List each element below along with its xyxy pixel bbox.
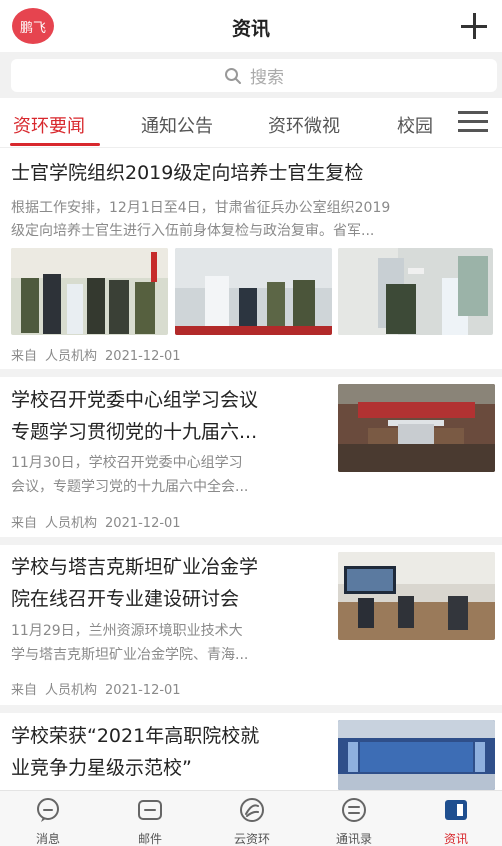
bottom-navigation: 消息 邮件 云资环 通讯录 资讯 xyxy=(0,790,502,846)
article-summary-line: 11月30日，学校召开党委中心组学习 xyxy=(11,455,243,471)
tab-campus[interactable]: 校园 xyxy=(397,112,433,138)
article-title: 士官学院组织2019级定向培养士官生复检 xyxy=(11,162,364,184)
article-summary-line: 会议，专题学习党的十九届六中全会... xyxy=(11,479,249,495)
menu-icon[interactable] xyxy=(458,110,488,134)
article-title-line: 院在线召开专业建设研讨会 xyxy=(11,588,240,610)
nav-contacts[interactable]: 通讯录 xyxy=(314,797,394,846)
article-summary-line: 学与塔吉克斯坦矿业冶金学院、青海... xyxy=(11,647,249,663)
contacts-icon xyxy=(342,798,366,822)
search-input[interactable]: 搜索 xyxy=(11,59,497,92)
nav-mail[interactable]: 邮件 xyxy=(110,797,190,846)
nav-cloud-campus[interactable]: 云资环 xyxy=(212,797,292,846)
divider xyxy=(0,369,502,377)
app-header: 鹏飞 资讯 xyxy=(0,0,502,52)
article-meta: 来自 人员机构 2021-12-01 xyxy=(11,516,181,531)
article-meta: 来自 人员机构 2021-12-01 xyxy=(11,349,181,364)
tab-videos[interactable]: 资环微视 xyxy=(268,112,340,138)
page-title: 资讯 xyxy=(231,18,270,40)
mail-icon xyxy=(138,800,162,820)
add-icon[interactable] xyxy=(460,12,488,40)
article-thumbnail[interactable] xyxy=(338,384,495,472)
article-thumbnail[interactable] xyxy=(11,248,168,335)
active-tab-indicator xyxy=(10,143,100,146)
divider xyxy=(0,537,502,545)
article-title-line: 学校召开党委中心组学习会议 xyxy=(11,389,259,411)
news-feed[interactable]: 士官学院组织2019级定向培养士官生复检 根据工作安排，12月1日至4日，甘肃省… xyxy=(0,148,502,790)
tab-notices[interactable]: 通知公告 xyxy=(141,112,213,138)
chat-bubble-icon xyxy=(37,798,59,822)
article-summary-line: 级定向培养士官生进行入伍前身体复检与政治复审。省军... xyxy=(11,223,375,239)
divider xyxy=(0,705,502,713)
nav-label: 邮件 xyxy=(137,832,162,846)
article-title-line: 业竞争力星级示范校” xyxy=(11,757,192,779)
nav-label: 资讯 xyxy=(443,832,468,846)
search-icon xyxy=(225,67,241,84)
article-thumbnail[interactable] xyxy=(338,248,493,335)
nav-label: 消息 xyxy=(35,832,60,846)
article-meta: 来自 人员机构 2021-12-01 xyxy=(11,683,181,698)
article-summary-line: 根据工作安排，12月1日至4日，甘肃省征兵办公室组织2019 xyxy=(11,200,391,216)
article-title-line: 专题学习贯彻党的十九届六... xyxy=(11,421,258,443)
article-summary-line: 11月29日，兰州资源环境职业技术大 xyxy=(11,623,243,639)
search-bar-container: 搜索 xyxy=(0,52,502,98)
article-thumbnail[interactable] xyxy=(338,552,495,640)
article-thumbnail[interactable] xyxy=(175,248,332,335)
article-title-line: 学校荣获“2021年高职院校就 xyxy=(11,725,260,747)
news-icon xyxy=(445,800,467,820)
nav-label: 云资环 xyxy=(233,832,270,846)
article-title-line: 学校与塔吉克斯坦矿业冶金学 xyxy=(11,556,259,578)
nav-news[interactable]: 资讯 xyxy=(416,797,496,846)
category-tabs: 资环要闻 通知公告 资环微视 校园 xyxy=(0,98,502,148)
search-placeholder: 搜索 xyxy=(250,68,284,88)
tab-news[interactable]: 资环要闻 xyxy=(13,112,85,138)
nav-messages[interactable]: 消息 xyxy=(8,797,88,846)
nav-label: 通讯录 xyxy=(335,832,372,846)
article-thumbnail[interactable] xyxy=(338,720,495,790)
cloud-campus-icon xyxy=(240,798,264,822)
